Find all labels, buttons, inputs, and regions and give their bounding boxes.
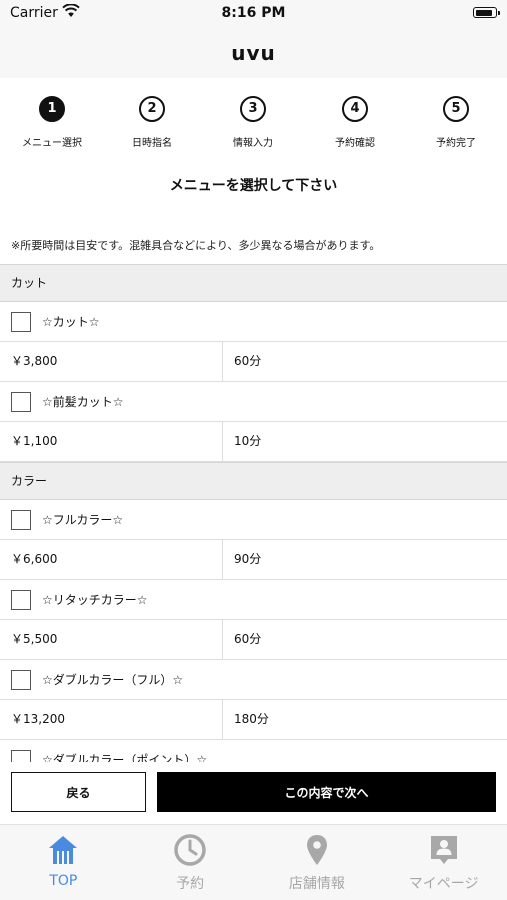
step-label: メニュー選択 [22,138,82,149]
step-3: 3 情報入力 [208,96,298,149]
menu-item-name: ☆フルカラー☆ [42,513,124,527]
menu-item-duration: 90分 [234,552,262,566]
menu-item-checkbox[interactable] [11,589,31,610]
step-indicator: 1 メニュー選択 2 日時指名 3 情報入力 4 予約確認 5 予約完了 [0,96,507,156]
step-number: 5 [443,96,469,122]
tab-top[interactable]: TOP [0,825,127,900]
step-label: 予約完了 [436,138,476,149]
menu-item[interactable]: ☆ダブルカラー（フル）☆ [0,660,507,700]
tab-label-top: TOP [49,873,78,889]
menu-item-name: ☆カット☆ [42,315,100,329]
menu-item-checkbox[interactable] [11,391,31,412]
tab-label-reserve: 予約 [176,876,205,892]
map-pin-icon [306,835,327,865]
tab-bar: TOP 予約 店舗情報 マイページ [0,824,507,900]
step-number: 3 [240,96,266,122]
step-number: 2 [139,96,165,122]
step-label: 日時指名 [132,138,172,149]
instruction-text: メニューを選択して下さい [169,178,338,194]
menu-item-duration: 180分 [234,712,269,726]
menu-item-duration: 10分 [234,434,262,448]
menu-item[interactable]: ☆ダブルカラー（ポイント）☆ [0,740,507,762]
menu-item[interactable]: ☆カット☆ [0,302,507,342]
step-label: 情報入力 [233,138,273,149]
menu-item[interactable]: ☆前髪カット☆ [0,382,507,422]
home-icon [49,836,78,864]
menu-item-price: ￥1,100 [0,422,223,461]
menu-item-checkbox[interactable] [11,669,31,690]
category-header: カット [0,264,507,302]
menu-list[interactable]: カット ☆カット☆ ￥3,800 60分 ☆前髪カット☆ ￥1,100 10分カラー ☆フルカ… [0,264,507,762]
step-2: 2 日時指名 [107,96,197,149]
back-button[interactable]: 戻る [11,772,146,812]
action-bar: 戻る この内容で次へ [0,762,507,824]
menu-item[interactable]: ☆リタッチカラー☆ [0,580,507,620]
tab-label-mypage: マイページ [408,876,479,892]
menu-item-name: ☆ダブルカラー（フル）☆ [42,673,184,687]
menu-item-name: ☆ダブルカラー（ポイント）☆ [42,753,208,762]
menu-item-price: ￥6,600 [0,540,223,579]
step-5: 5 予約完了 [411,96,501,149]
menu-item-name: ☆前髪カット☆ [42,395,124,409]
menu-item-price: ￥3,800 [0,342,223,381]
clock-icon [174,834,206,866]
status-time: 8:16 PM [221,5,286,21]
menu-item-details: ￥13,200 180分 [0,700,507,740]
step-1: 1 メニュー選択 [7,96,97,149]
menu-item[interactable]: ☆フルカラー☆ [0,500,507,540]
status-bar: Carrier 8:16 PM [0,0,507,28]
menu-item-price: ￥13,200 [0,700,223,739]
menu-item-duration: 60分 [234,632,262,646]
menu-item-details: ￥3,800 60分 [0,342,507,382]
tab-shop-info[interactable]: 店舗情報 [254,825,381,900]
menu-item-checkbox[interactable] [11,509,31,530]
menu-item-details: ￥6,600 90分 [0,540,507,580]
menu-item-checkbox[interactable] [11,311,31,332]
menu-item-details: ￥1,100 10分 [0,422,507,462]
duration-note: ※所要時間は目安です。混雑具合などにより、多少異なる場合があります。 [11,239,381,252]
tab-label-shop-info: 店舗情報 [288,876,345,892]
category-header: カラー [0,462,507,500]
tab-reserve[interactable]: 予約 [127,825,254,900]
menu-item-duration: 60分 [234,354,262,368]
menu-item-price: ￥5,500 [0,620,223,659]
menu-item-checkbox[interactable] [11,749,31,762]
person-badge-icon [430,836,457,864]
step-number: 1 [39,96,65,122]
nav-title: uvu [0,28,507,78]
menu-item-name: ☆リタッチカラー☆ [42,593,148,607]
step-number: 4 [342,96,368,122]
step-label: 予約確認 [335,138,375,149]
battery-icon [473,7,500,18]
tab-mypage[interactable]: マイページ [380,825,507,900]
next-button[interactable]: この内容で次へ [157,772,496,812]
menu-item-details: ￥5,500 60分 [0,620,507,660]
step-4: 4 予約確認 [310,96,400,149]
